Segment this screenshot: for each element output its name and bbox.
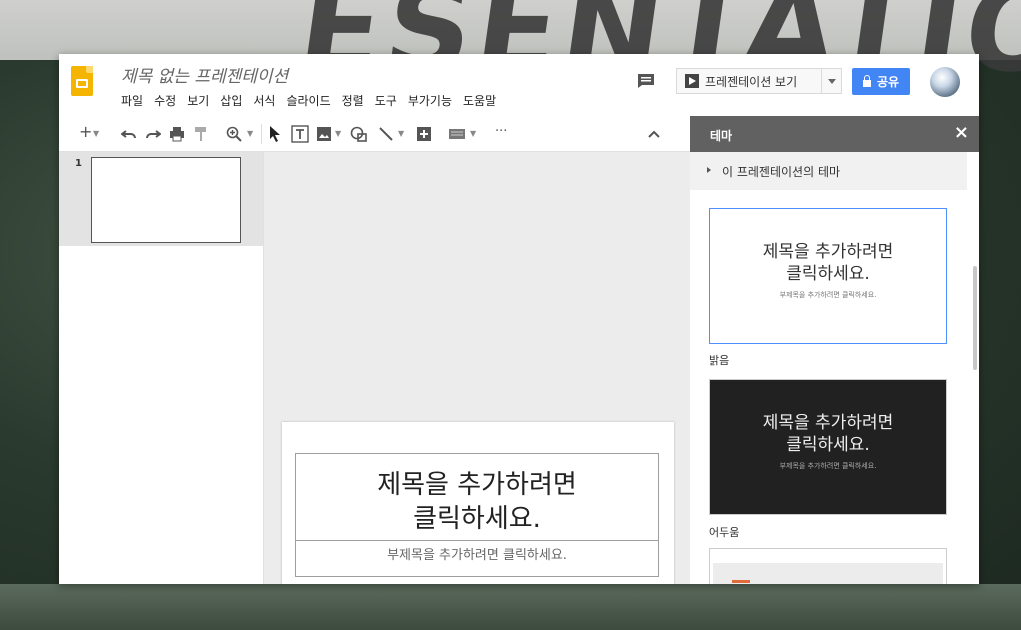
filmstrip: 1 (59, 152, 264, 584)
theme-name-light: 밝음 (709, 354, 730, 367)
menu-tools[interactable]: 도구 (375, 92, 402, 109)
zoom-icon[interactable] (226, 126, 242, 142)
chevron-down-icon[interactable]: ▼ (398, 129, 404, 138)
theme-card-light[interactable]: 제목을 추가하려면 클릭하세요. 부제목을 추가하려면 클릭하세요. (709, 208, 947, 344)
theme-section-header[interactable]: 이 프레젠테이션의 테마 (690, 152, 967, 190)
print-icon[interactable] (169, 126, 185, 142)
present-label: 프레젠테이션 보기 (705, 74, 798, 89)
more-icon[interactable]: ··· (495, 124, 507, 140)
scrollbar[interactable] (973, 266, 977, 370)
menu-insert[interactable]: 삽입 (220, 92, 247, 109)
slide-thumbnail[interactable] (91, 157, 241, 243)
slide[interactable]: 제목을 추가하려면 클릭하세요. 부제목을 추가하려면 클릭하세요. (282, 422, 674, 584)
close-icon[interactable]: × (954, 122, 969, 143)
redo-icon[interactable] (145, 128, 161, 140)
slide-subtitle-placeholder[interactable]: 부제목을 추가하려면 클릭하세요. (295, 541, 659, 577)
chevron-down-icon[interactable]: ▼ (93, 129, 99, 138)
toolbar: + ▼ ▼ ▼ ▼ ▼ ··· (59, 116, 690, 152)
menu-edit[interactable]: 수정 (154, 92, 181, 109)
menu-bar: 파일 수정 보기 삽입 서식 슬라이드 정렬 도구 부가기능 도움말 (121, 92, 507, 109)
chevron-down-icon[interactable]: ▼ (335, 129, 341, 138)
menu-slide[interactable]: 슬라이드 (286, 92, 335, 109)
chevron-down-icon[interactable]: ▼ (247, 129, 253, 138)
menu-arrange[interactable]: 정렬 (342, 92, 369, 109)
avatar[interactable] (930, 67, 960, 97)
undo-icon[interactable] (121, 128, 137, 140)
menu-addons[interactable]: 부가기능 (408, 92, 457, 109)
document-title[interactable]: 제목 없는 프레젠테이션 (121, 62, 288, 87)
slide-number: 1 (75, 158, 82, 169)
theme-preview-subtitle: 부제목을 추가하려면 클릭하세요. (779, 291, 877, 299)
toolbar-divider (261, 124, 262, 144)
chevron-right-icon (707, 167, 711, 173)
menu-file[interactable]: 파일 (121, 92, 148, 109)
filmstrip-item[interactable]: 1 (59, 152, 263, 246)
lock-icon (862, 75, 871, 87)
theme-panel-header: 테마 × (690, 116, 979, 152)
theme-card-dark[interactable]: 제목을 추가하려면 클릭하세요. 부제목을 추가하려면 클릭하세요. (709, 379, 947, 515)
theme-accent-mark (732, 580, 750, 583)
app-header: 제목 없는 프레젠테이션 파일 수정 보기 삽입 서식 슬라이드 정렬 도구 부… (59, 54, 979, 116)
theme-panel: 테마 × 이 프레젠테이션의 테마 제목을 추가하려면 클릭하세요. 부제목을 … (690, 116, 979, 584)
slide-title-placeholder[interactable]: 제목을 추가하려면 클릭하세요. (295, 453, 659, 541)
menu-view[interactable]: 보기 (187, 92, 214, 109)
theme-preview-title: 제목을 추가하려면 클릭하세요. (762, 413, 894, 455)
theme-preview-subtitle: 부제목을 추가하려면 클릭하세요. (779, 462, 877, 470)
paint-format-icon[interactable] (194, 126, 208, 142)
layout-icon[interactable] (448, 128, 466, 140)
line-icon[interactable] (378, 126, 394, 142)
theme-panel-title: 테마 (710, 129, 733, 143)
chevron-down-icon[interactable] (828, 79, 836, 84)
select-icon[interactable] (269, 125, 281, 143)
slides-logo-icon[interactable] (71, 66, 93, 96)
image-icon[interactable] (316, 126, 332, 142)
share-button[interactable]: 공유 (852, 68, 910, 95)
slides-window: 제목 없는 프레젠테이션 파일 수정 보기 삽입 서식 슬라이드 정렬 도구 부… (59, 54, 979, 584)
chevron-down-icon[interactable]: ▼ (470, 129, 476, 138)
plus-icon[interactable]: + (79, 124, 92, 140)
present-divider (821, 69, 822, 93)
background-bottom (0, 584, 1021, 630)
theme-name-dark: 어두움 (709, 526, 740, 539)
slide-canvas: 제목을 추가하려면 클릭하세요. 부제목을 추가하려면 클릭하세요. (264, 152, 690, 584)
add-comment-icon[interactable] (416, 126, 432, 142)
collapse-icon[interactable] (647, 129, 661, 139)
present-button[interactable]: 프레젠테이션 보기 (676, 68, 842, 94)
menu-help[interactable]: 도움말 (463, 92, 501, 109)
theme-preview-title: 제목을 추가하려면 클릭하세요. (762, 242, 894, 284)
theme-section-label: 이 프레젠테이션의 테마 (722, 165, 841, 179)
shape-icon[interactable] (350, 126, 368, 142)
menu-format[interactable]: 서식 (253, 92, 280, 109)
play-icon (685, 74, 699, 88)
text-box-icon[interactable] (291, 125, 309, 143)
theme-card-partial[interactable] (709, 548, 947, 584)
share-label: 공유 (876, 75, 900, 89)
comments-icon[interactable] (637, 73, 655, 89)
